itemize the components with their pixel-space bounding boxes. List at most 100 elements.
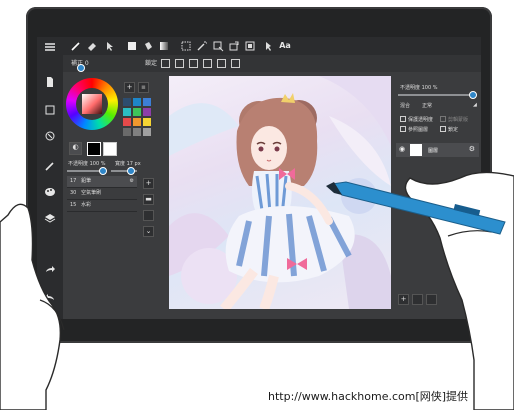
palette-small-icon: ◐ bbox=[72, 143, 79, 151]
transform-button[interactable] bbox=[227, 39, 241, 53]
size-slider-handle[interactable] bbox=[127, 167, 135, 175]
add-swatch-button[interactable]: + bbox=[124, 82, 135, 93]
stamp-button[interactable] bbox=[243, 39, 257, 53]
bucket-icon bbox=[145, 42, 152, 50]
select-rect-icon bbox=[181, 41, 191, 51]
layer-action-button-1[interactable] bbox=[412, 294, 423, 305]
fill-rect-icon bbox=[128, 42, 136, 50]
square-select-icon bbox=[45, 105, 55, 115]
fill-rect-button[interactable] bbox=[125, 39, 139, 53]
copy-brush-button[interactable] bbox=[143, 210, 154, 221]
brush-options-bar: 補正 0 鎖定 bbox=[63, 55, 481, 72]
color-swatch[interactable] bbox=[123, 108, 131, 116]
palette-toggle-button[interactable]: ◐ bbox=[69, 142, 82, 155]
reference-layer-checkbox[interactable] bbox=[400, 126, 406, 132]
select-rect-button[interactable] bbox=[179, 39, 193, 53]
delete-brush-button[interactable]: ▬ bbox=[143, 194, 154, 205]
color-swatch[interactable] bbox=[143, 98, 151, 106]
lasso-button[interactable] bbox=[211, 39, 225, 53]
square-select-button[interactable] bbox=[42, 103, 58, 119]
lock-option-3[interactable] bbox=[189, 59, 198, 68]
layer-name: 圖層 bbox=[428, 148, 439, 154]
stamp-icon bbox=[245, 41, 255, 51]
move-tool-button[interactable] bbox=[103, 39, 117, 53]
color-swatch[interactable] bbox=[133, 118, 141, 126]
anime-girl-artwork bbox=[169, 76, 391, 309]
lock-label: 鎖定 bbox=[145, 60, 158, 67]
color-swatch[interactable] bbox=[143, 118, 151, 126]
remove-swatch-button[interactable]: ▪ bbox=[138, 82, 149, 93]
blend-select[interactable]: 正常 bbox=[422, 102, 432, 109]
layers-panel: 不透明度 100 % 混合 正常 ◢ 保護透明度 剪輯蒙版 參照圖層 鎖定 ◉ … bbox=[394, 72, 481, 319]
rotate-button[interactable] bbox=[42, 129, 58, 145]
color-wheel[interactable] bbox=[66, 78, 118, 130]
palette-button[interactable] bbox=[42, 185, 58, 201]
file-button[interactable] bbox=[42, 75, 58, 91]
color-swatch[interactable] bbox=[133, 108, 141, 116]
redo-button[interactable] bbox=[42, 263, 58, 279]
pen-button[interactable] bbox=[42, 159, 58, 175]
correction-slider-handle[interactable] bbox=[77, 64, 85, 72]
color-swatch[interactable] bbox=[143, 108, 151, 116]
color-picker-square[interactable] bbox=[82, 94, 102, 114]
transform-icon bbox=[229, 41, 239, 51]
lock-option-2[interactable] bbox=[175, 59, 184, 68]
layer-row[interactable]: ◉ 圖層 ⚙ bbox=[396, 143, 479, 157]
layer-thumbnail bbox=[410, 144, 422, 156]
foreground-color[interactable] bbox=[87, 142, 101, 156]
brush-row-airbrush[interactable]: 30 空氣筆刷 bbox=[67, 188, 137, 200]
chevron-down-icon: ⌄ bbox=[145, 227, 152, 235]
lock-layer-checkbox[interactable] bbox=[440, 126, 446, 132]
color-swatch[interactable] bbox=[133, 128, 141, 136]
brush-row-watercolor[interactable]: 15 水彩 bbox=[67, 200, 137, 212]
color-swatch[interactable] bbox=[123, 128, 131, 136]
background-color[interactable] bbox=[103, 142, 117, 156]
layer-opacity-handle[interactable] bbox=[469, 91, 477, 99]
brush-menu-button[interactable]: ⌄ bbox=[143, 226, 154, 237]
pen-icon bbox=[45, 162, 54, 171]
add-brush-button[interactable]: + bbox=[143, 178, 154, 189]
menu-button[interactable] bbox=[42, 40, 58, 56]
layers-button[interactable] bbox=[42, 211, 58, 227]
color-swatch[interactable] bbox=[133, 98, 141, 106]
undo-button[interactable] bbox=[42, 291, 58, 307]
text-tool-button[interactable]: Aa bbox=[277, 39, 293, 53]
delete-icon: ▪ bbox=[141, 83, 146, 91]
lock-option-5[interactable] bbox=[217, 59, 226, 68]
color-swatch[interactable] bbox=[123, 118, 131, 126]
color-swatch[interactable] bbox=[143, 128, 151, 136]
magic-wand-button[interactable] bbox=[195, 39, 209, 53]
color-swatch[interactable] bbox=[123, 98, 131, 106]
opacity-slider-handle[interactable] bbox=[99, 167, 107, 175]
drawing-canvas[interactable] bbox=[169, 76, 391, 309]
eraser-tool-button[interactable] bbox=[85, 39, 99, 53]
clipping-checkbox[interactable] bbox=[440, 116, 446, 122]
opacity-label: 不透明度 100 % bbox=[68, 161, 106, 167]
layer-action-button-2[interactable] bbox=[426, 294, 437, 305]
pointer-button[interactable] bbox=[261, 39, 275, 53]
gradient-tool-button[interactable] bbox=[157, 39, 171, 53]
app-screen: Aa 補正 0 鎖定 + ▪ ◐ 不透明度 100 % 寬度 17 px 17 … bbox=[37, 37, 481, 319]
chevron-down-icon[interactable]: ◢ bbox=[473, 102, 477, 108]
protect-alpha-checkbox[interactable] bbox=[400, 116, 406, 122]
gear-icon[interactable]: ⚙ bbox=[130, 176, 134, 187]
plus-icon: + bbox=[145, 179, 152, 187]
gear-icon[interactable]: ⚙ bbox=[469, 145, 475, 153]
trash-icon: ▬ bbox=[145, 195, 152, 203]
lock-option-6[interactable] bbox=[231, 59, 240, 68]
bucket-tool-button[interactable] bbox=[141, 39, 155, 53]
add-layer-button[interactable]: + bbox=[398, 294, 409, 305]
lock-option-1[interactable] bbox=[161, 59, 170, 68]
magic-wand-icon bbox=[197, 41, 207, 51]
gradient-icon bbox=[160, 42, 168, 50]
brush-list: 17 鉛筆 ⚙ 30 空氣筆刷 15 水彩 bbox=[67, 176, 137, 212]
brush-row-pencil[interactable]: 17 鉛筆 ⚙ bbox=[67, 176, 137, 188]
size-label: 寬度 17 px bbox=[115, 161, 141, 167]
lasso-icon bbox=[213, 41, 224, 52]
layer-opacity-slider[interactable] bbox=[398, 94, 472, 96]
eye-icon[interactable]: ◉ bbox=[399, 145, 405, 153]
undo-icon bbox=[45, 294, 54, 300]
lock-option-4[interactable] bbox=[203, 59, 212, 68]
file-icon bbox=[47, 77, 53, 87]
menu-icon bbox=[45, 43, 55, 51]
